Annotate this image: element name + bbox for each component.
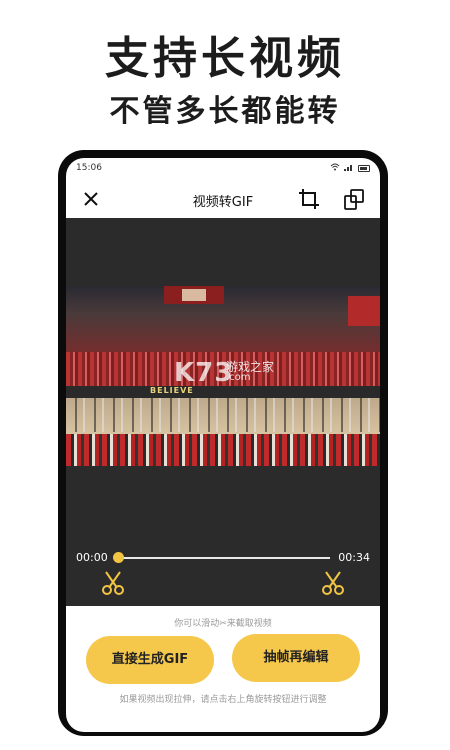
video-preview-area: BELIEVE K73 游戏之家 .com 00:00 00:34 bbox=[66, 218, 380, 606]
watermark-domain: .com bbox=[226, 372, 251, 383]
page-title: 视频转GIF bbox=[192, 195, 254, 210]
timeline-slider-track[interactable] bbox=[118, 557, 330, 559]
watermark-logo: K73 bbox=[174, 358, 234, 388]
timeline-start-time: 00:00 bbox=[76, 551, 108, 564]
trim-start-handle[interactable] bbox=[100, 570, 126, 596]
jumbotron bbox=[164, 286, 224, 304]
rotate-icon bbox=[344, 189, 364, 210]
rotate-button[interactable] bbox=[342, 187, 366, 211]
title-bar: 视频转GIF bbox=[66, 180, 380, 218]
rotate-hint: 如果视频出现拉伸，请点击右上角旋转按钮进行调整 bbox=[119, 695, 327, 705]
arena-banner bbox=[348, 296, 380, 326]
crop-icon bbox=[299, 189, 319, 209]
trim-hint: 你可以滑动✂来截取视频 bbox=[174, 619, 272, 629]
phone-frame: 15:06 视频转GIF BELIEVE K73 游戏之家 .com 00:00… bbox=[58, 150, 388, 736]
wifi-icon bbox=[330, 163, 340, 174]
generate-gif-button[interactable]: 直接生成GIF bbox=[86, 636, 214, 684]
timeline-slider-thumb[interactable] bbox=[113, 552, 124, 563]
trim-end-handle[interactable] bbox=[320, 570, 346, 596]
timeline-end-time: 00:34 bbox=[338, 551, 370, 564]
players bbox=[66, 398, 380, 432]
scissors-icon bbox=[102, 571, 124, 595]
status-icons bbox=[330, 163, 370, 174]
promo-headline: 支持长视频 bbox=[105, 33, 345, 84]
scissors-icon bbox=[322, 571, 344, 595]
crowd-front bbox=[66, 434, 380, 466]
status-time: 15:06 bbox=[76, 163, 102, 173]
video-frame: BELIEVE K73 游戏之家 .com bbox=[66, 286, 380, 466]
battery-icon bbox=[358, 165, 370, 172]
status-bar: 15:06 bbox=[66, 158, 380, 180]
promo-subheadline: 不管多长都能转 bbox=[109, 94, 341, 129]
signal-icon bbox=[344, 163, 354, 174]
extract-frames-button[interactable]: 抽帧再编辑 bbox=[232, 634, 360, 682]
bottom-action-panel: 你可以滑动✂来截取视频 直接生成GIF 抽帧再编辑 如果视频出现拉伸，请点击右上… bbox=[66, 606, 380, 732]
app-screen: 15:06 视频转GIF BELIEVE K73 游戏之家 .com 00:00… bbox=[66, 158, 380, 732]
crop-button[interactable] bbox=[298, 188, 320, 210]
